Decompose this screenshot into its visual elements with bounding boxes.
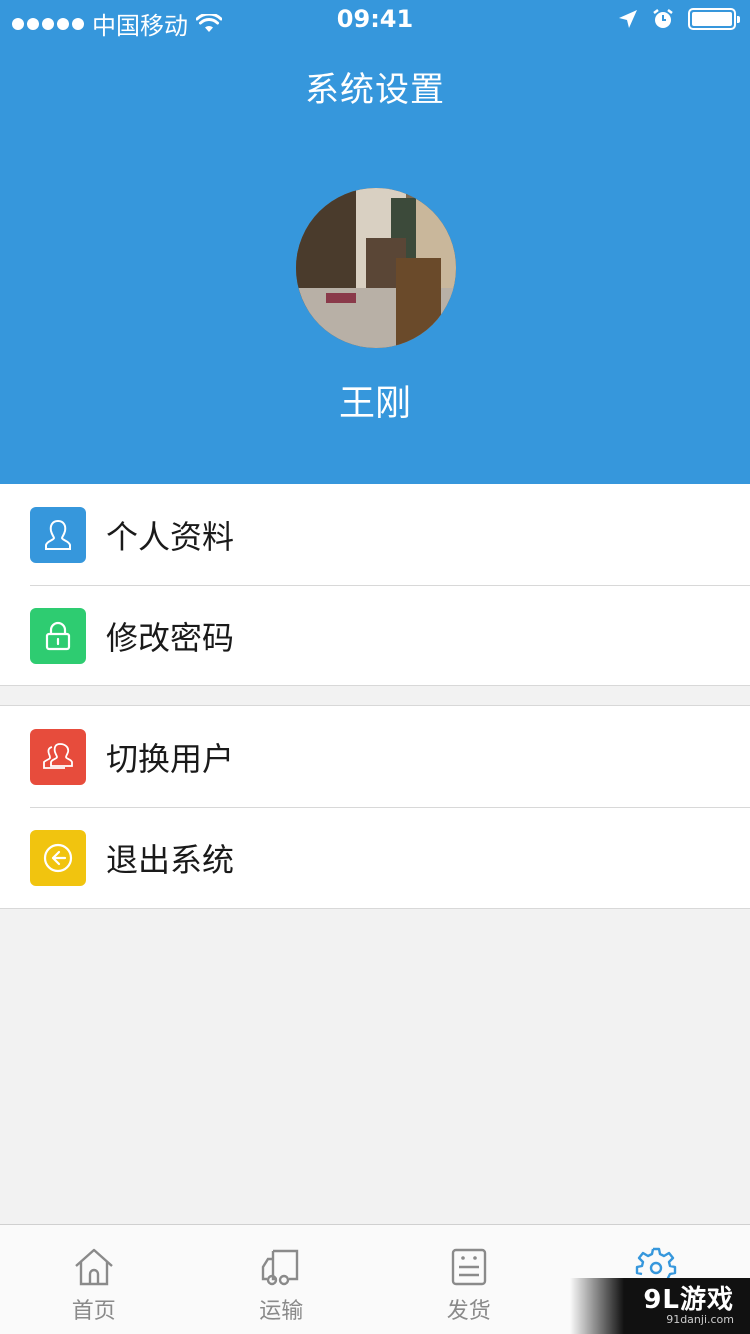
tab-label-transport: 运输 [259,1299,304,1324]
tab-label-home: 首页 [71,1299,116,1324]
watermark-sub: 91danji.com [666,1313,734,1326]
menu-label-switch-user: 切换用户 [106,739,235,778]
menu-item-logout[interactable]: 退出系统 [0,807,750,908]
avatar-photo [296,188,456,348]
truck-icon [262,1249,299,1286]
status-bar: 中国移动 09:41 [0,0,750,40]
menu-item-switch-user[interactable]: 切换用户 [0,706,750,807]
tab-home[interactable]: 首页 [0,1225,188,1334]
menu-group-session: 切换用户 退出系统 [0,705,750,909]
tab-transport[interactable]: 运输 [188,1225,376,1334]
home-icon [74,1248,113,1286]
header: 中国移动 09:41 系统设置 王刚 [0,0,750,484]
avatar[interactable] [296,188,456,348]
logout-icon [30,829,86,886]
watermark-logo: 9L游戏 91danji.com [570,1278,750,1334]
watermark-main: 9L游戏 [643,1285,734,1315]
lock-icon [30,607,86,664]
switch-user-icon [30,728,86,785]
menu-label-profile: 个人资料 [106,517,235,556]
user-icon [30,506,86,563]
shipment-icon [451,1248,486,1286]
tab-shipment[interactable]: 发货 [375,1225,563,1334]
menu-group-account: 个人资料 修改密码 [0,484,750,686]
status-right [618,8,740,30]
user-name: 王刚 [338,383,411,424]
menu-label-change-password: 修改密码 [106,618,235,657]
menu-item-profile[interactable]: 个人资料 [0,484,750,585]
menu-item-change-password[interactable]: 修改密码 [0,585,750,686]
alarm-icon [653,9,673,28]
page-title: 系统设置 [305,70,445,110]
battery-icon [688,8,740,30]
menu-label-logout: 退出系统 [106,840,235,879]
tab-label-shipment: 发货 [446,1299,491,1324]
location-arrow-icon [619,10,637,28]
